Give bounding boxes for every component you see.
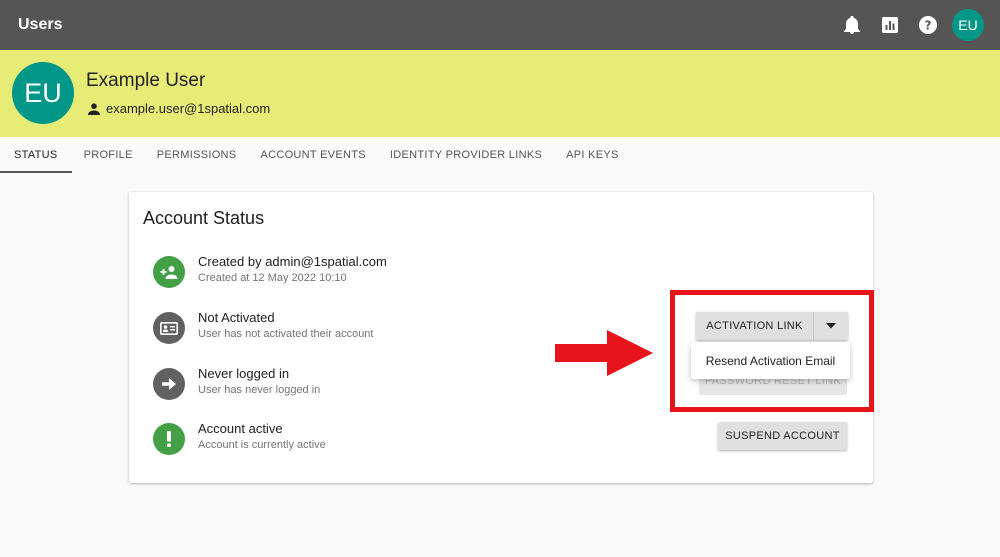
profile-avatar: EU [12, 62, 74, 124]
user-avatar-button[interactable]: EU [952, 9, 984, 41]
id-card-icon [153, 312, 185, 344]
profile-email: example.user@1spatial.com [106, 101, 271, 116]
person-add-icon [153, 256, 185, 288]
tab-status[interactable]: STATUS [0, 137, 72, 173]
bell-icon[interactable] [842, 15, 862, 35]
status-subtitle: User has not activated their account [198, 328, 374, 340]
red-arrow-icon [555, 330, 653, 376]
bar-chart-icon[interactable] [880, 15, 900, 35]
card-title: Account Status [143, 208, 265, 228]
status-title: Created by admin@1spatial.com [198, 254, 387, 269]
tab-identity-provider-links[interactable]: IDENTITY PROVIDER LINKS [378, 137, 554, 173]
tab-profile[interactable]: PROFILE [72, 137, 145, 173]
status-title: Never logged in [198, 366, 290, 381]
suspend-account-button[interactable]: SUSPEND ACCOUNT [718, 422, 847, 450]
status-title: Account active [198, 421, 283, 436]
app-bar: Users ? EU [0, 0, 1000, 50]
svg-text:?: ? [925, 19, 932, 33]
status-subtitle: Account is currently active [198, 439, 326, 451]
tab-bar: STATUS PROFILE PERMISSIONS ACCOUNT EVENT… [0, 137, 1000, 173]
tab-permissions[interactable]: PERMISSIONS [145, 137, 249, 173]
arrow-right-icon [153, 368, 185, 400]
profile-name: Example User [86, 70, 206, 91]
app-bar-actions: ? EU [824, 9, 984, 41]
profile-email-row: example.user@1spatial.com [88, 101, 270, 116]
status-subtitle: Created at 12 May 2022 10:10 [198, 272, 347, 284]
profile-header: EU Example User example.user@1spatial.co… [0, 50, 1000, 137]
help-icon[interactable]: ? [918, 15, 938, 35]
tab-account-events[interactable]: ACCOUNT EVENTS [248, 137, 377, 173]
tab-api-keys[interactable]: API KEYS [554, 137, 631, 173]
status-subtitle: User has never logged in [198, 384, 321, 396]
exclamation-icon [153, 423, 185, 455]
app-title: Users [18, 16, 63, 33]
highlight-box [670, 290, 874, 412]
person-icon [88, 102, 100, 115]
status-title: Not Activated [198, 310, 275, 325]
